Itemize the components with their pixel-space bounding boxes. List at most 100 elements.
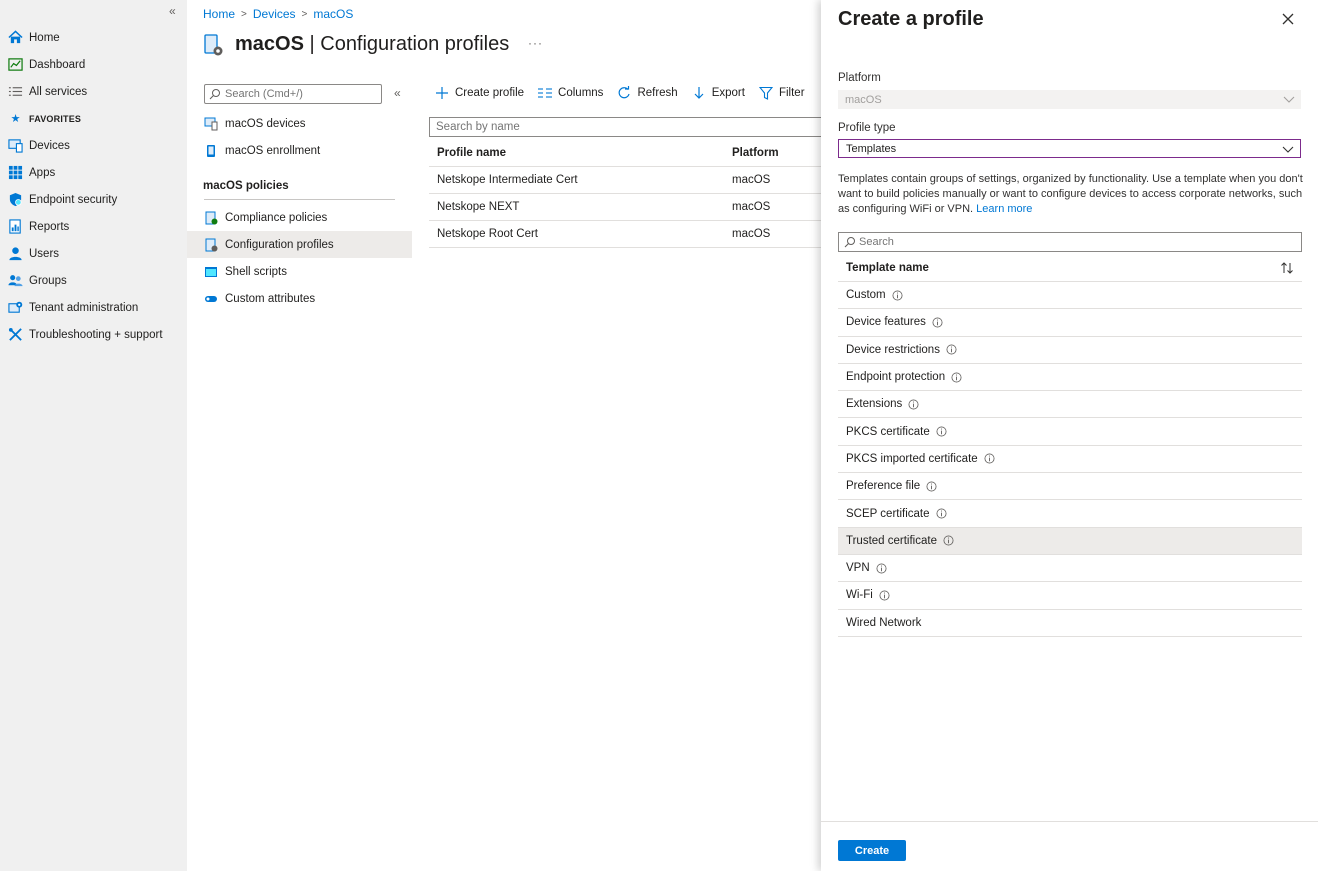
template-row[interactable]: Extensions <box>838 391 1302 419</box>
main-content: Home > Devices > macOS macOS | Configura… <box>187 0 829 871</box>
star-icon: ★ <box>10 113 21 125</box>
menu-item-macos-enrollment[interactable]: macOS enrollment <box>187 137 412 164</box>
page-title: macOS | Configuration profiles <box>235 32 510 55</box>
info-icon[interactable] <box>892 290 903 301</box>
columns-icon <box>538 86 553 100</box>
template-row[interactable]: Device restrictions <box>838 337 1302 364</box>
cell-profile-name: Netskope Intermediate Cert <box>437 174 578 186</box>
info-icon[interactable] <box>943 535 954 546</box>
nav-label: Troubleshooting + support <box>29 328 163 341</box>
nav-item-home[interactable]: Home <box>0 24 187 51</box>
nav-item-all-services[interactable]: All services <box>0 78 187 105</box>
menu-item-custom-attributes[interactable]: Custom attributes <box>187 285 412 312</box>
template-row[interactable]: Custom <box>838 282 1302 310</box>
left-navigation: « Home Dashboard All services ★ FAVORITE… <box>0 0 187 871</box>
info-icon[interactable] <box>984 453 995 464</box>
template-row[interactable]: Preference file <box>838 473 1302 501</box>
refresh-button[interactable]: Refresh <box>617 84 678 102</box>
nav-item-users[interactable]: Users <box>0 240 187 267</box>
menu-item-shell-scripts[interactable]: Shell scripts <box>187 258 412 285</box>
groups-icon <box>8 273 23 288</box>
info-icon[interactable] <box>908 399 919 410</box>
table-row[interactable]: Netskope Intermediate Cert macOS <box>429 167 829 194</box>
device-icon <box>204 117 218 131</box>
template-row[interactable]: SCEP certificate <box>838 500 1302 528</box>
columns-button[interactable]: Columns <box>538 84 603 102</box>
columns-label: Columns <box>558 87 604 99</box>
template-row[interactable]: Device features <box>838 309 1302 337</box>
reports-icon <box>8 219 23 234</box>
template-search-input[interactable] <box>859 236 1289 248</box>
nav-label: Dashboard <box>29 58 86 71</box>
panel-footer: Create <box>821 821 1318 871</box>
template-row[interactable]: PKCS imported certificate <box>838 446 1302 474</box>
template-name: Wired Network <box>846 616 922 629</box>
menu-search-box[interactable] <box>204 84 382 104</box>
info-icon[interactable] <box>926 481 937 492</box>
search-by-name-box[interactable] <box>429 117 829 137</box>
description-text: Templates contain groups of settings, or… <box>838 173 1303 215</box>
search-by-name-input[interactable] <box>436 121 816 133</box>
info-icon[interactable] <box>879 590 890 601</box>
page-header: macOS | Configuration profiles <box>203 31 509 57</box>
column-header-template-name[interactable]: Template name <box>846 262 929 274</box>
template-row[interactable]: PKCS certificate <box>838 418 1302 446</box>
template-row[interactable]: VPN <box>838 555 1302 583</box>
template-row[interactable]: Trusted certificate <box>838 527 1302 555</box>
resource-menu: macOS devices macOS enrollment macOS pol… <box>187 110 412 312</box>
filter-button[interactable]: Filter <box>758 84 805 102</box>
nav-item-troubleshooting[interactable]: Troubleshooting + support <box>0 321 187 348</box>
info-icon[interactable] <box>951 372 962 383</box>
export-button[interactable]: Export <box>692 84 745 102</box>
nav-item-endpoint-security[interactable]: Endpoint security <box>0 186 187 213</box>
breadcrumb-macos[interactable]: macOS <box>313 7 353 21</box>
home-icon <box>8 30 23 45</box>
cell-profile-name: Netskope Root Cert <box>437 228 538 240</box>
template-row[interactable]: Wi-Fi <box>838 582 1302 610</box>
template-search-box[interactable] <box>838 232 1302 252</box>
cell-platform: macOS <box>732 228 771 240</box>
dashboard-icon <box>8 57 23 72</box>
info-icon[interactable] <box>932 317 943 328</box>
nav-label: FAVORITES <box>29 113 82 124</box>
column-header-platform[interactable]: Platform <box>724 147 829 159</box>
menu-search-input[interactable] <box>225 88 375 100</box>
nav-item-reports[interactable]: Reports <box>0 213 187 240</box>
nav-item-dashboard[interactable]: Dashboard <box>0 51 187 78</box>
nav-item-groups[interactable]: Groups <box>0 267 187 294</box>
info-icon[interactable] <box>946 344 957 355</box>
info-icon[interactable] <box>936 508 947 519</box>
menu-item-macos-devices[interactable]: macOS devices <box>187 110 412 137</box>
column-header-profile-name[interactable]: Profile name <box>429 147 724 159</box>
menu-item-label: Compliance policies <box>225 211 328 224</box>
table-row[interactable]: Netskope Root Cert macOS <box>429 221 829 248</box>
apps-icon <box>8 165 23 180</box>
chevron-right-icon: > <box>301 8 308 20</box>
chevron-down-icon <box>1282 143 1294 155</box>
info-icon[interactable] <box>936 426 947 437</box>
sort-icon[interactable] <box>1280 261 1294 275</box>
template-name: Preference file <box>846 480 921 493</box>
template-row[interactable]: Endpoint protection <box>838 364 1302 392</box>
nav-item-apps[interactable]: Apps <box>0 159 187 186</box>
collapse-menu-button[interactable]: « <box>394 86 401 100</box>
download-icon <box>692 86 706 100</box>
collapse-nav-button[interactable]: « <box>169 4 176 18</box>
nav-item-tenant-administration[interactable]: Tenant administration <box>0 294 187 321</box>
breadcrumb-devices[interactable]: Devices <box>253 7 296 21</box>
nav-item-devices[interactable]: Devices <box>0 132 187 159</box>
create-button[interactable]: Create <box>838 840 906 861</box>
breadcrumb-home[interactable]: Home <box>203 7 235 21</box>
table-row[interactable]: Netskope NEXT macOS <box>429 194 829 221</box>
info-icon[interactable] <box>876 563 887 574</box>
nav-favorites-heading: ★ FAVORITES <box>0 105 187 132</box>
menu-item-compliance-policies[interactable]: Compliance policies <box>187 204 412 231</box>
learn-more-link[interactable]: Learn more <box>976 203 1032 215</box>
template-row[interactable]: Wired Network <box>838 610 1302 637</box>
close-icon[interactable] <box>1280 11 1296 27</box>
create-profile-button[interactable]: Create profile <box>435 84 524 102</box>
profile-type-dropdown[interactable]: Templates <box>838 139 1301 158</box>
more-options-button[interactable]: ··· <box>528 36 543 50</box>
menu-item-configuration-profiles[interactable]: Configuration profiles <box>187 231 412 258</box>
menu-item-label: macOS enrollment <box>225 144 321 157</box>
